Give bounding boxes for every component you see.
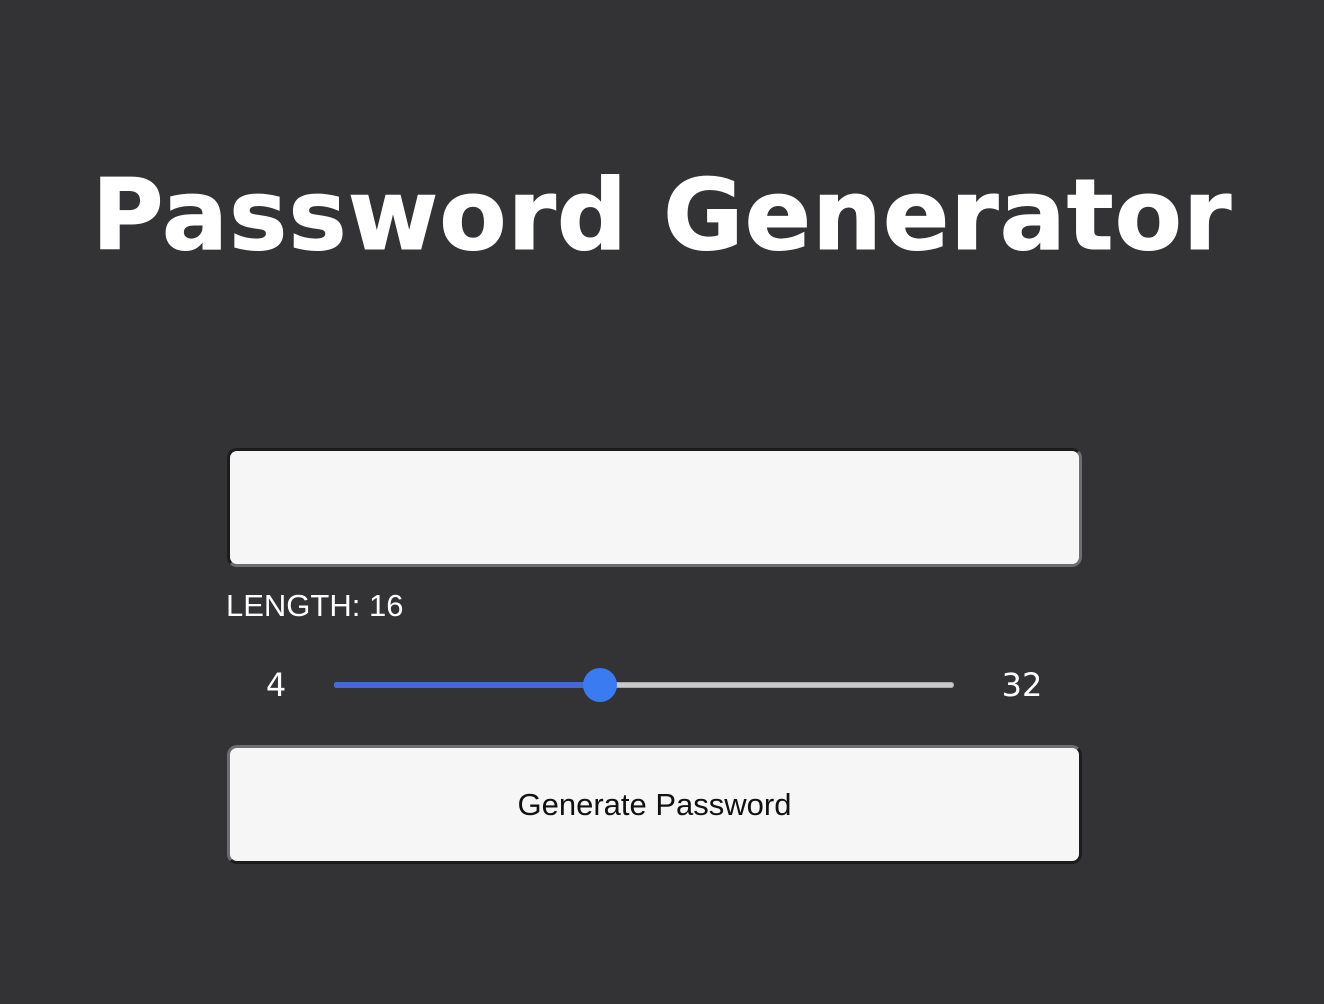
password-generator-app: Password Generator LENGTH: 16 4 32 Gener… [0, 0, 1324, 1004]
slider-thumb[interactable] [583, 668, 617, 702]
length-value: 16 [368, 588, 404, 623]
password-output-field[interactable] [227, 448, 1082, 567]
length-label: LENGTH: 16 [226, 586, 403, 626]
length-max-label: 32 [1001, 666, 1043, 704]
page-title: Password Generator [91, 159, 1233, 273]
length-min-label: 4 [265, 666, 287, 704]
length-label-text: LENGTH: [226, 588, 361, 623]
generate-password-button[interactable]: Generate Password [227, 745, 1082, 864]
length-slider[interactable] [334, 667, 954, 703]
slider-fill [334, 682, 600, 688]
